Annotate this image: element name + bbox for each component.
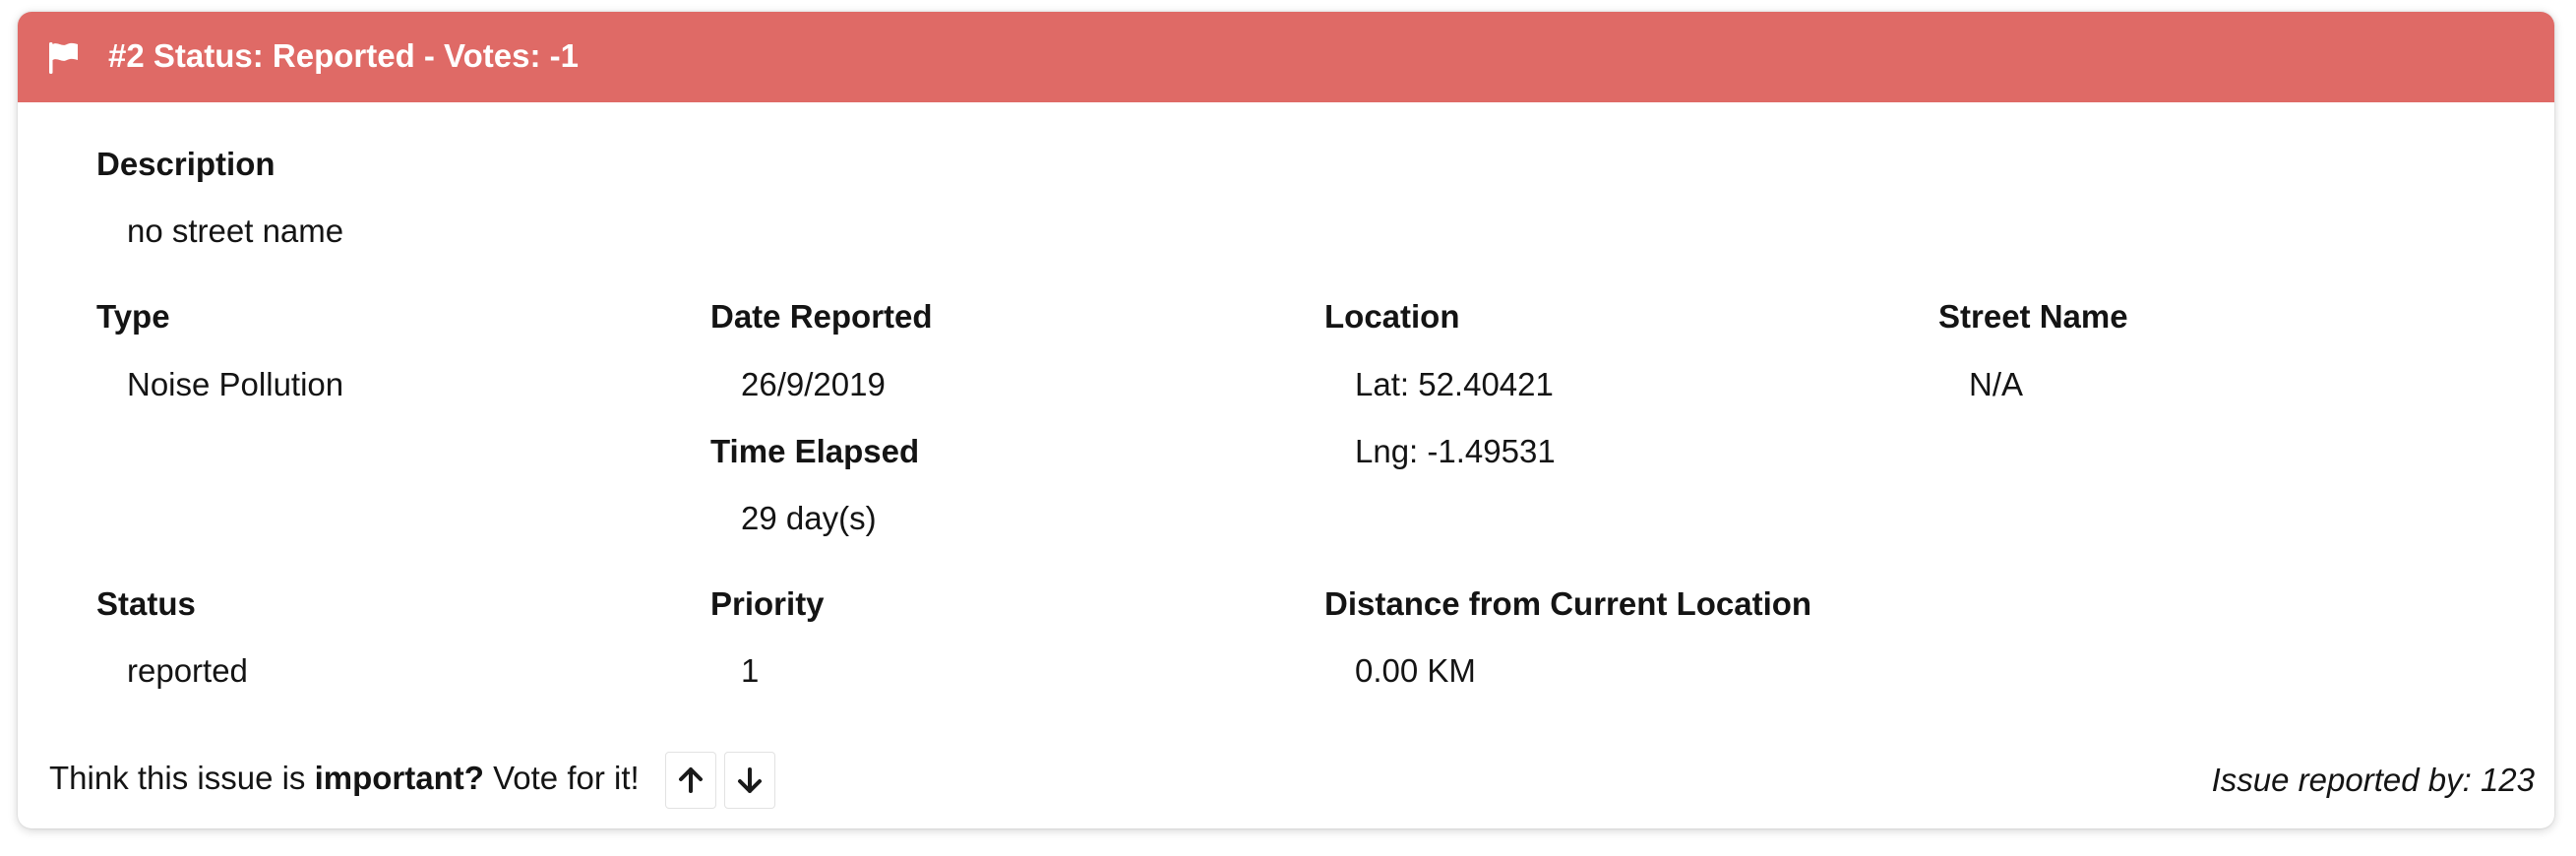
status-value: reported: [127, 652, 248, 689]
type-value: Noise Pollution: [127, 366, 344, 402]
downvote-button[interactable]: [724, 752, 775, 809]
location-lat-value: Lat: 52.40421: [1355, 366, 1554, 402]
time-elapsed-value: 29 day(s): [741, 500, 877, 536]
distance-label: Distance from Current Location: [1324, 585, 1812, 622]
street-name-label: Street Name: [1938, 298, 2128, 335]
priority-value: 1: [741, 652, 760, 689]
type-label: Type: [96, 298, 170, 335]
issue-card: #2 Status: Reported - Votes: -1 Descript…: [18, 12, 2554, 828]
reported-by-text: Issue reported by: 123: [2211, 762, 2535, 798]
arrow-up-icon: [679, 767, 703, 793]
time-elapsed-label: Time Elapsed: [710, 433, 920, 469]
street-name-value: N/A: [1969, 366, 2024, 402]
issue-title: #2 Status: Reported - Votes: -1: [108, 37, 579, 74]
location-lng-value: Lng: -1.49531: [1355, 433, 1556, 469]
issue-header: #2 Status: Reported - Votes: -1: [18, 12, 2554, 102]
vote-prompt-emphasis: important?: [314, 760, 484, 796]
vote-prompt-before: Think this issue is: [49, 760, 315, 796]
arrow-down-icon: [738, 767, 762, 793]
date-reported-value: 26/9/2019: [741, 366, 886, 402]
description-label: Description: [96, 146, 276, 182]
date-reported-label: Date Reported: [710, 298, 933, 335]
location-label: Location: [1324, 298, 1460, 335]
upvote-button[interactable]: [665, 752, 716, 809]
flag-icon: [49, 42, 78, 74]
vote-prompt: Think this issue is important? Vote for …: [49, 760, 640, 797]
description-value: no street name: [127, 213, 344, 249]
status-label: Status: [96, 585, 196, 622]
distance-value: 0.00 KM: [1355, 652, 1476, 689]
vote-prompt-after: Vote for it!: [483, 760, 640, 796]
priority-label: Priority: [710, 585, 825, 622]
